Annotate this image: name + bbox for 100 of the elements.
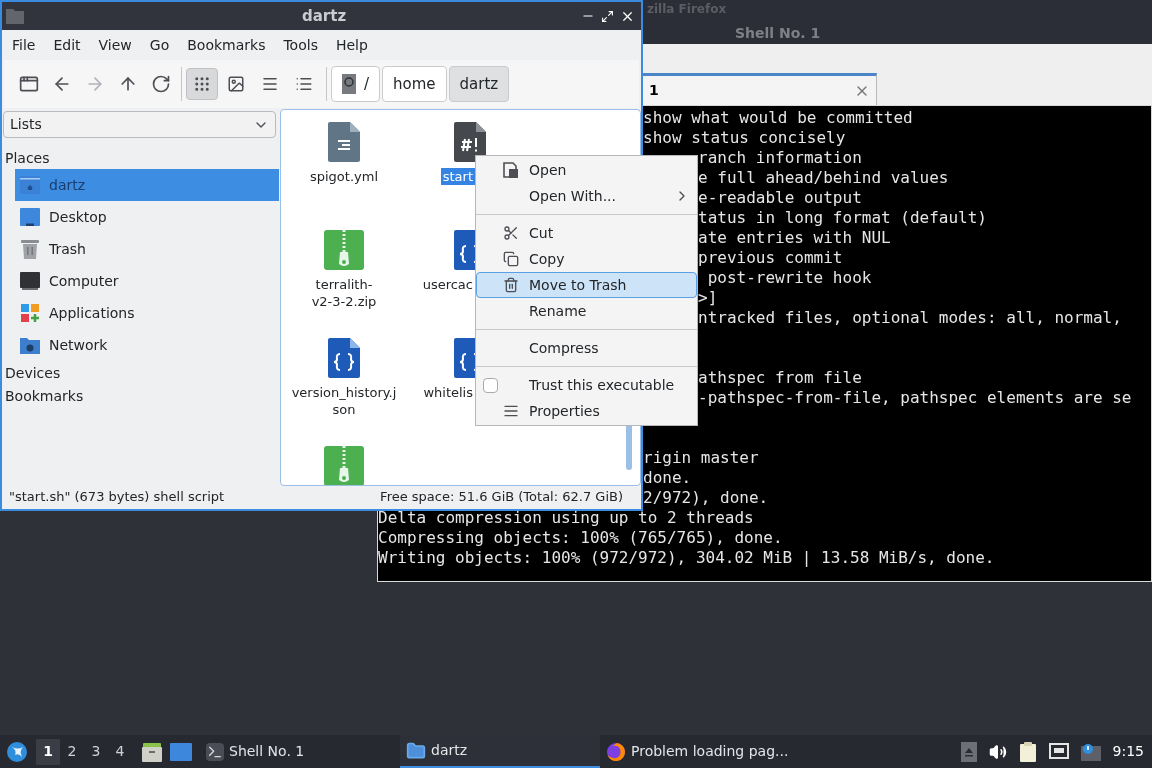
place-item[interactable]: Computer (15, 265, 279, 297)
window-title: Shell No. 1 (735, 26, 821, 40)
menu-item[interactable]: Copy (476, 246, 697, 272)
terminal-line: previous commit (698, 248, 843, 267)
file-tile[interactable]: terralith- v2-3-2.zip (281, 224, 407, 332)
workspace-button[interactable]: 1 (36, 738, 60, 765)
terminal-line: e-readable output (698, 188, 862, 207)
path-button[interactable]: / (331, 66, 381, 102)
terminal-icon (206, 742, 224, 761)
terminal-tab[interactable]: 1 (643, 73, 877, 105)
workspace-button[interactable]: 2 (60, 738, 84, 765)
folder-icon (6, 8, 24, 24)
file-tile[interactable]: spigot.yml (281, 116, 407, 224)
reload-icon (150, 74, 171, 94)
terminal-line: >] (698, 288, 718, 307)
json-file-icon (328, 338, 360, 378)
clipboard-icon[interactable] (1018, 741, 1037, 762)
open-icon (503, 162, 519, 178)
start-menu-icon[interactable] (6, 740, 28, 763)
menu-item[interactable]: File (6, 34, 42, 56)
terminal-line: e full ahead/behind values (698, 168, 949, 187)
place-item[interactable]: Desktop (15, 201, 279, 233)
file-manager-launcher-icon[interactable] (142, 741, 162, 762)
network-folder-icon (20, 336, 40, 354)
terminal-line: 2/972), done. (643, 488, 769, 507)
file-name: whitelis (422, 384, 474, 401)
menu-item[interactable]: Edit (47, 34, 87, 56)
section-heading[interactable]: Bookmarks (3, 386, 279, 407)
home-folder-icon (20, 176, 40, 194)
menu-item[interactable]: Rename (476, 298, 697, 324)
place-item[interactable]: Network (15, 329, 279, 361)
volume-icon[interactable] (988, 742, 1007, 761)
menu-item[interactable]: Compress (476, 335, 697, 361)
menu-item[interactable]: Help (329, 34, 374, 56)
browser-icon (606, 741, 626, 762)
new-tab-icon (18, 74, 39, 94)
place-item[interactable]: Applications (15, 297, 279, 329)
eject-icon[interactable] (960, 741, 977, 762)
place-label: Computer (49, 271, 119, 291)
text-file-icon (328, 122, 360, 162)
show-desktop-icon[interactable] (170, 742, 192, 761)
terminal-line: athspec from file (698, 368, 862, 387)
menu-item[interactable]: Open With... (476, 183, 697, 209)
menu-item[interactable]: Go (143, 34, 176, 56)
path-button[interactable]: home (382, 66, 447, 102)
place-label: Applications (49, 303, 135, 323)
menu-item[interactable]: Tools (277, 34, 324, 56)
task-button[interactable]: Problem loading pag... (600, 735, 800, 768)
section-heading[interactable]: Places (3, 148, 279, 169)
menu-item[interactable]: Bookmarks (181, 34, 272, 56)
checkbox[interactable] (483, 377, 498, 393)
place-label: dartz (49, 175, 86, 195)
section-heading[interactable]: Devices (3, 363, 279, 384)
menu-item[interactable]: Cut (476, 220, 697, 246)
notification-icon[interactable] (1080, 742, 1101, 761)
folder-icon (406, 740, 426, 761)
free-space-text: Free space: 51.6 GiB (Total: 62.7 GiB) (380, 488, 623, 507)
desktop-icon (20, 208, 40, 226)
terminal-line: ntracked files, optional modes: all, normal, (698, 308, 1122, 327)
view-mode-button[interactable] (186, 68, 218, 100)
task-button[interactable]: Shell No. 1 (200, 735, 400, 768)
trash-icon (21, 239, 39, 259)
file-name: terralith- v2-3-2.zip (310, 276, 378, 310)
archive-icon (324, 446, 364, 485)
status-text: "start.sh" (673 bytes) shell script (8, 488, 226, 506)
compact-list-icon (261, 75, 279, 93)
cut-icon (503, 225, 519, 241)
drive-icon (342, 74, 356, 94)
list-icon (295, 75, 313, 93)
terminal-line: ranch information (698, 148, 862, 167)
maximize-icon[interactable] (601, 9, 614, 23)
menu-item[interactable]: Trust this executable (476, 372, 697, 398)
image-icon (227, 75, 245, 93)
terminal-line: show status concisely (643, 128, 846, 147)
side-pane-dropdown[interactable]: Lists (3, 111, 276, 138)
network-icon[interactable] (1048, 742, 1069, 761)
place-label: Desktop (49, 207, 107, 227)
place-label: Trash (49, 239, 86, 259)
terminal-line: Compressing objects: 100% (765/765), done. (378, 528, 783, 547)
window-title: dartz (302, 5, 347, 27)
menu-item[interactable]: Open (476, 157, 697, 183)
properties-icon (503, 403, 519, 419)
menu-item[interactable]: View (92, 34, 138, 56)
menu-item[interactable]: Move to Trash (476, 272, 697, 298)
place-item[interactable]: Trash (15, 233, 279, 265)
file-name: spigot.yml (308, 168, 379, 185)
workspace-button[interactable]: 4 (108, 738, 132, 765)
terminal-line: -pathspec-from-file, pathspec elements are se (698, 388, 1132, 407)
menu-item[interactable]: Properties (476, 398, 697, 424)
task-button[interactable]: dartz (400, 735, 600, 768)
terminal-line: tatus in long format (default) (698, 208, 987, 227)
workspace-button[interactable]: 3 (84, 738, 108, 765)
copy-icon (503, 251, 519, 267)
file-tile[interactable]: version_history.j son (281, 332, 407, 440)
terminal-line: rigin master (643, 448, 759, 467)
archive-icon (324, 230, 364, 270)
path-button[interactable]: dartz (448, 66, 510, 102)
terminal-line: ate entries with NUL (698, 228, 891, 247)
clock: 9:15 (1112, 742, 1144, 761)
terminal-line: show what would be committed (643, 108, 913, 127)
